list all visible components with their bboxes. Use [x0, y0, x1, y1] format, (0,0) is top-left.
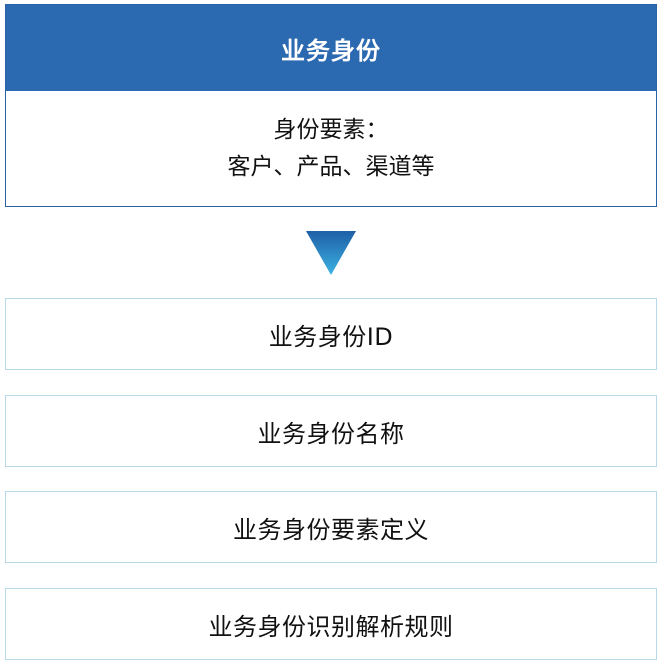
item-business-identity-recognition-rules: 业务身份识别解析规则 — [5, 588, 657, 660]
item-label: 业务身份名称 — [257, 419, 405, 448]
business-identity-title: 业务身份 — [281, 36, 381, 65]
item-label: 业务身份识别解析规则 — [208, 612, 454, 641]
item-business-identity-element-definition: 业务身份要素定义 — [5, 491, 657, 563]
business-identity-header: 业务身份 — [6, 5, 656, 91]
identity-elements-summary: 身份要素： 客户、产品、渠道等 — [6, 91, 656, 206]
identity-elements-examples: 客户、产品、渠道等 — [227, 153, 435, 180]
item-business-identity-id: 业务身份ID — [5, 298, 657, 370]
business-identity-card: 业务身份 身份要素： 客户、产品、渠道等 — [5, 4, 657, 207]
item-label: 业务身份ID — [268, 322, 394, 351]
item-label: 业务身份要素定义 — [233, 515, 429, 544]
item-business-identity-name: 业务身份名称 — [5, 395, 657, 467]
identity-elements-label: 身份要素： — [273, 116, 389, 143]
down-arrow-icon-svg — [306, 231, 356, 275]
down-arrow-shape — [306, 231, 356, 275]
